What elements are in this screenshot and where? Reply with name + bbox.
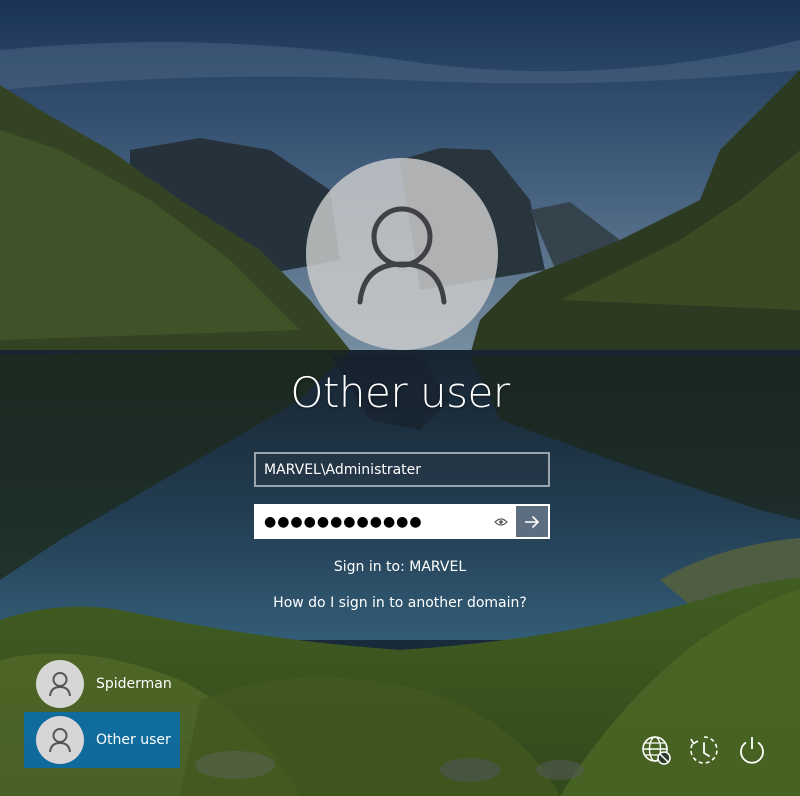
- network-icon: [642, 736, 671, 765]
- user-silhouette-icon: [49, 728, 71, 753]
- user-avatar-small: [36, 660, 84, 708]
- user-avatar-small: [36, 716, 84, 764]
- user-silhouette-icon: [49, 672, 71, 697]
- user-tile-spiderman[interactable]: Spiderman: [24, 656, 180, 712]
- sign-in-domain-text: Sign in to: MARVEL: [333, 559, 467, 575]
- submit-button[interactable]: [515, 506, 548, 537]
- user-tile-other-user[interactable]: Other user: [24, 712, 180, 768]
- user-display-name: Other user: [290, 368, 510, 417]
- arrow-right-icon: [525, 515, 540, 528]
- user-avatar-large: [306, 158, 498, 350]
- username-input[interactable]: [254, 452, 550, 487]
- user-tile-label: Spiderman: [96, 676, 172, 692]
- power-button[interactable]: [736, 734, 768, 766]
- reveal-password-button[interactable]: [487, 506, 515, 537]
- power-icon: [740, 737, 764, 764]
- user-tile-label: Other user: [96, 732, 171, 748]
- eye-icon: [494, 517, 508, 526]
- another-domain-help-link[interactable]: How do I sign in to another domain?: [0, 595, 800, 611]
- user-silhouette-icon: [357, 206, 447, 305]
- password-field-container: [254, 504, 550, 539]
- network-button[interactable]: [640, 734, 672, 766]
- password-input[interactable]: [256, 506, 487, 537]
- accessibility-icon: [690, 736, 718, 764]
- ease-of-access-button[interactable]: [688, 734, 720, 766]
